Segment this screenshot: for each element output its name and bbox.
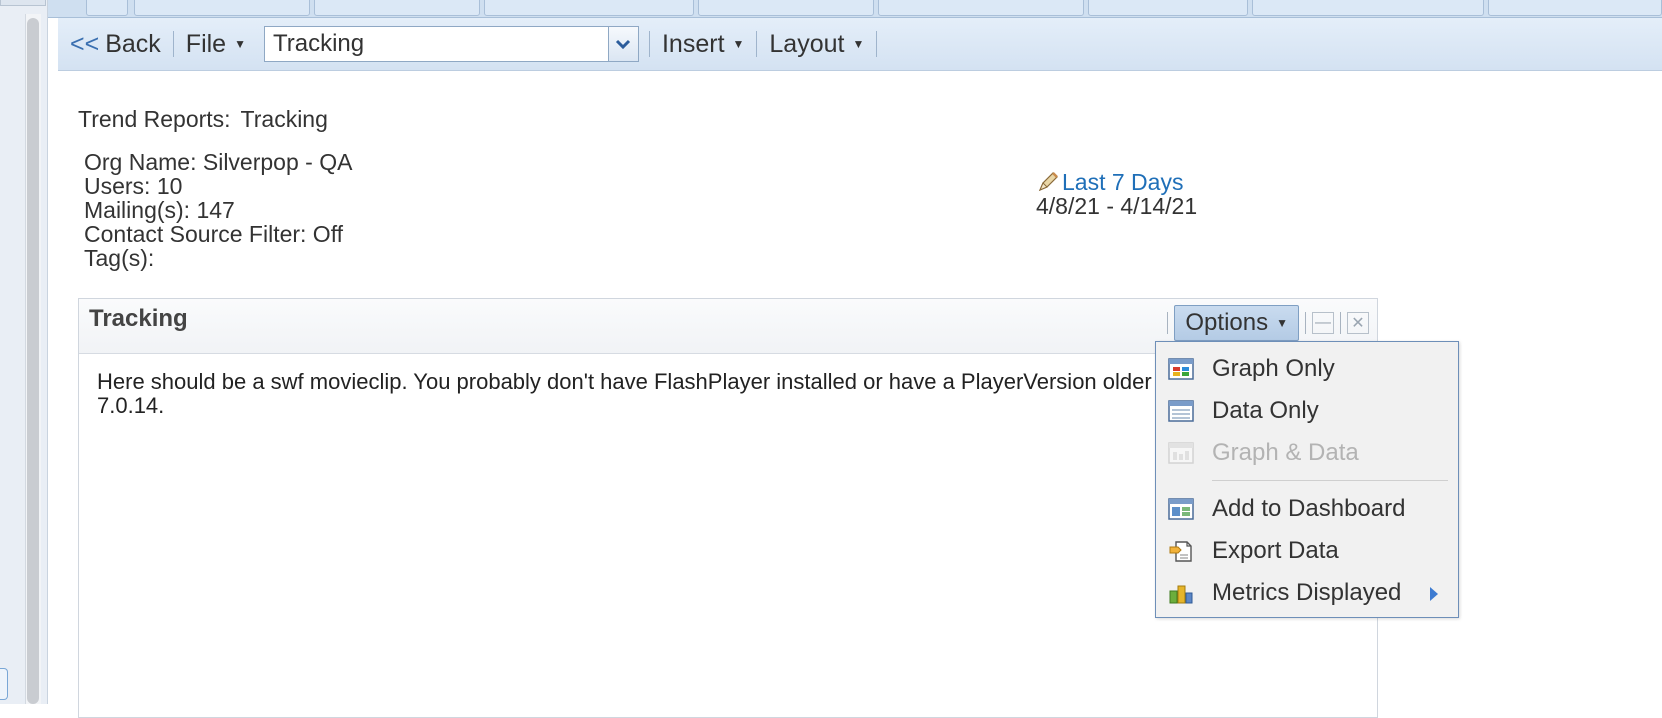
- tab-6[interactable]: [1088, 0, 1248, 16]
- menu-item-label: Graph & Data: [1212, 439, 1359, 466]
- report-toolbar: << Back File ▼ Tracking Insert ▼ Layout …: [58, 18, 1662, 71]
- menu-item-graph-only[interactable]: Graph Only: [1156, 348, 1458, 390]
- data-table-icon: [1168, 399, 1194, 423]
- file-menu-button[interactable]: File ▼: [174, 26, 258, 62]
- tags: Tag(s):: [84, 245, 155, 271]
- layout-menu-button[interactable]: Layout ▼: [757, 26, 876, 62]
- collapse-handle[interactable]: [0, 668, 8, 700]
- tab-8[interactable]: [1488, 0, 1662, 16]
- dashboard-icon: [1168, 497, 1194, 521]
- report-info: Org Name: Silverpop - QA Users: 10 Maili…: [84, 150, 352, 270]
- report-select[interactable]: Tracking: [263, 26, 639, 62]
- caret-down-icon: ▼: [852, 37, 865, 51]
- insert-menu-button[interactable]: Insert ▼: [650, 26, 756, 62]
- menu-item-graph-and-data: Graph & Data: [1156, 432, 1458, 474]
- pencil-icon: [1036, 170, 1060, 194]
- controls-separator: [1340, 312, 1341, 334]
- tab-5[interactable]: [878, 0, 1084, 16]
- controls-separator: [1305, 312, 1306, 334]
- page-title: Trend Reports: Tracking: [78, 106, 338, 133]
- back-label: Back: [105, 29, 161, 58]
- report-title-name: Tracking: [240, 106, 328, 132]
- options-label: Options: [1185, 309, 1269, 336]
- left-frame: [0, 0, 48, 704]
- report-title-prefix: Trend Reports:: [78, 106, 231, 132]
- back-button[interactable]: << Back: [58, 26, 173, 62]
- tab-strip: [48, 0, 1662, 18]
- tab-4[interactable]: [698, 0, 874, 16]
- panel-controls: Options ▼ — ✕: [1161, 303, 1377, 343]
- caret-down-icon: ▼: [732, 37, 745, 51]
- menu-item-metrics-displayed[interactable]: Metrics Displayed: [1156, 572, 1458, 614]
- scrollbar-thumb[interactable]: [27, 18, 39, 704]
- options-menu: Graph Only Data Only Graph & Data Add to…: [1155, 341, 1459, 618]
- menu-item-label: Data Only: [1212, 397, 1319, 424]
- date-range-text: 4/8/21 - 4/14/21: [1036, 193, 1198, 219]
- menu-item-label: Add to Dashboard: [1212, 495, 1406, 522]
- tab-7[interactable]: [1252, 0, 1484, 16]
- report-select-value: Tracking: [272, 30, 365, 57]
- tab-3[interactable]: [484, 0, 694, 16]
- menu-item-export-data[interactable]: Export Data: [1156, 530, 1458, 572]
- tab-1[interactable]: [134, 0, 310, 16]
- menu-item-add-to-dashboard[interactable]: Add to Dashboard: [1156, 488, 1458, 530]
- layout-label: Layout: [769, 29, 845, 58]
- toolbar-separator: [876, 31, 878, 57]
- date-selector: Last 7 Days 4/8/21 - 4/14/21: [1036, 170, 1197, 218]
- minimize-icon[interactable]: —: [1312, 312, 1334, 334]
- file-label: File: [185, 29, 227, 58]
- mailings-count: Mailing(s): 147: [84, 197, 235, 223]
- back-arrow-icon: <<: [70, 29, 100, 58]
- menu-separator: [1212, 480, 1448, 481]
- metrics-icon: [1168, 581, 1194, 605]
- panel-title: Tracking: [89, 305, 188, 332]
- submenu-arrow-icon: [1430, 587, 1438, 601]
- tab-home[interactable]: [86, 0, 128, 16]
- options-button[interactable]: Options ▼: [1174, 305, 1299, 341]
- graph-data-icon: [1168, 441, 1194, 465]
- menu-item-label: Export Data: [1212, 537, 1339, 564]
- caret-down-icon: ▼: [1276, 316, 1288, 330]
- chevron-down-icon[interactable]: [607, 27, 638, 61]
- menu-item-label: Graph Only: [1212, 355, 1335, 382]
- menu-item-label: Metrics Displayed: [1212, 579, 1402, 606]
- org-name: Org Name: Silverpop - QA: [84, 149, 353, 175]
- graph-icon: [1168, 357, 1194, 381]
- contact-source-filter: Contact Source Filter: Off: [84, 221, 344, 247]
- date-range-link[interactable]: Last 7 Days: [1036, 170, 1197, 194]
- frame-corner: [0, 0, 46, 6]
- users-count: Users: 10: [84, 173, 183, 199]
- date-link-label: Last 7 Days: [1062, 169, 1184, 195]
- caret-down-icon: ▼: [234, 37, 246, 51]
- insert-label: Insert: [661, 29, 725, 58]
- close-icon[interactable]: ✕: [1347, 312, 1369, 334]
- menu-item-data-only[interactable]: Data Only: [1156, 390, 1458, 432]
- tab-2[interactable]: [314, 0, 480, 16]
- export-icon: [1168, 539, 1194, 563]
- controls-separator: [1167, 312, 1169, 334]
